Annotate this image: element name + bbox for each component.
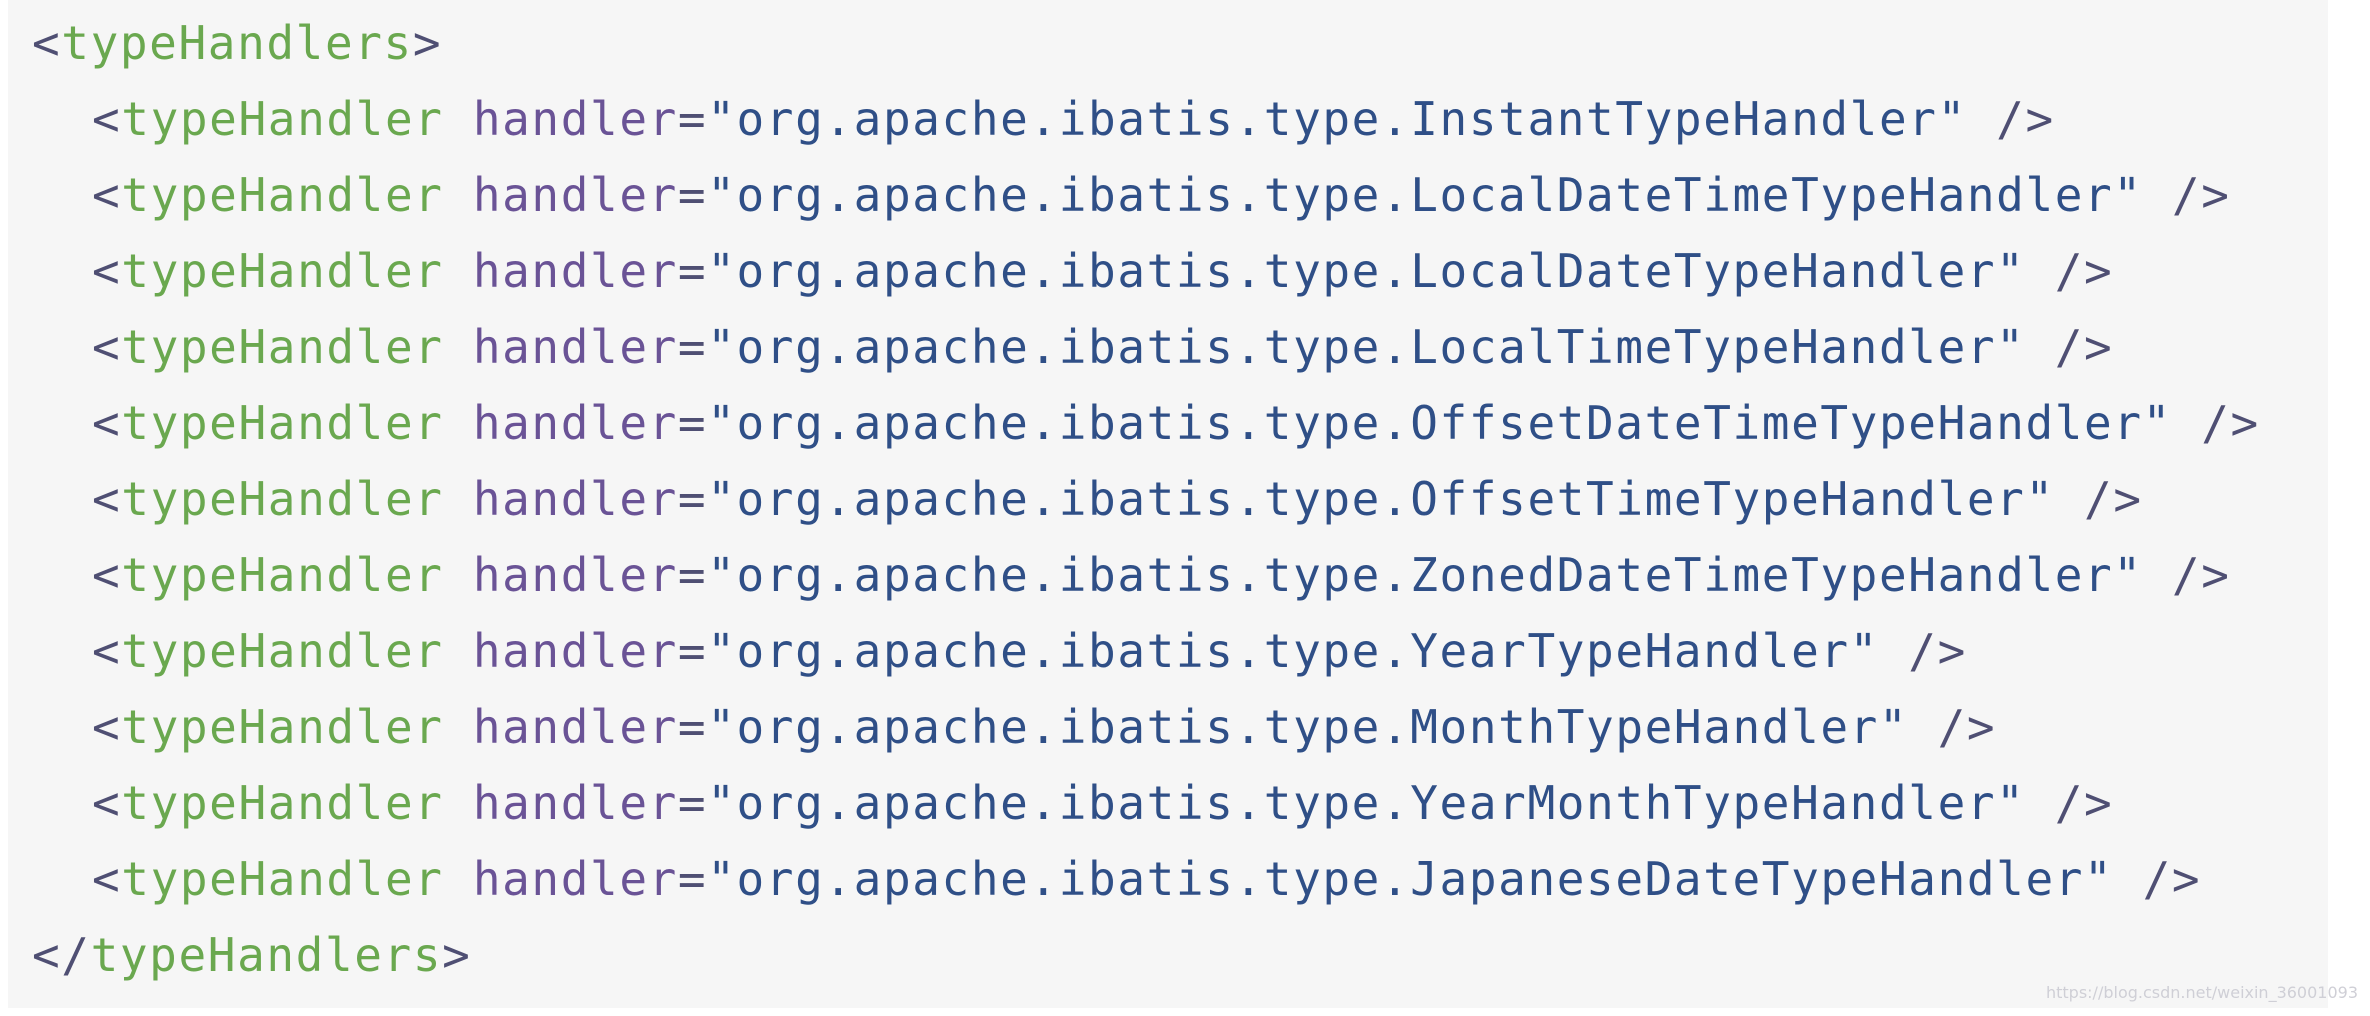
equals-sign: =	[677, 548, 708, 602]
code-line-handler: <typeHandler handler="org.apache.ibatis.…	[32, 468, 2328, 544]
self-close: />	[2142, 168, 2231, 222]
code-line-handler: <typeHandler handler="org.apache.ibatis.…	[32, 544, 2328, 620]
watermark: https://blog.csdn.net/weixin_36001093	[2045, 983, 2358, 1002]
self-close: />	[2142, 548, 2231, 602]
tag-bracket: <	[92, 624, 122, 678]
tag-bracket: <	[92, 168, 122, 222]
self-close: />	[2054, 472, 2143, 526]
code-line-handler: <typeHandler handler="org.apache.ibatis.…	[32, 392, 2328, 468]
tag-bracket: <	[92, 548, 122, 602]
child-tag-name: typeHandler	[121, 776, 444, 830]
code-line-handler: <typeHandler handler="org.apache.ibatis.…	[32, 240, 2328, 316]
equals-sign: =	[677, 244, 708, 298]
self-close: />	[2025, 320, 2114, 374]
code-line-root-close: </typeHandlers>	[32, 924, 2328, 1000]
child-tag-name: typeHandler	[121, 624, 444, 678]
tag-bracket: <	[92, 244, 122, 298]
attribute-value: "org.apache.ibatis.type.YearTypeHandler"	[707, 624, 1879, 678]
attribute-name: handler	[472, 624, 678, 678]
code-line-handler: <typeHandler handler="org.apache.ibatis.…	[32, 316, 2328, 392]
attribute-name: handler	[472, 776, 678, 830]
child-tag-name: typeHandler	[121, 472, 444, 526]
self-close: />	[2025, 244, 2114, 298]
tag-bracket: <	[92, 92, 122, 146]
attribute-value: "org.apache.ibatis.type.InstantTypeHandl…	[707, 92, 1967, 146]
attribute-value: "org.apache.ibatis.type.LocalTimeTypeHan…	[707, 320, 2026, 374]
tag-bracket: <	[92, 396, 122, 450]
tag-bracket: <	[92, 852, 122, 906]
tag-bracket: <	[92, 700, 122, 754]
child-tag-name: typeHandler	[121, 700, 444, 754]
child-tag-name: typeHandler	[121, 320, 444, 374]
code-line-handler: <typeHandler handler="org.apache.ibatis.…	[32, 620, 2328, 696]
attribute-name: handler	[472, 168, 678, 222]
equals-sign: =	[677, 396, 708, 450]
equals-sign: =	[677, 320, 708, 374]
code-line-handler: <typeHandler handler="org.apache.ibatis.…	[32, 772, 2328, 848]
attribute-value: "org.apache.ibatis.type.YearMonthTypeHan…	[707, 776, 2026, 830]
tag-bracket: <	[92, 472, 122, 526]
attribute-name: handler	[472, 548, 678, 602]
root-tag-name: typeHandlers	[61, 16, 413, 70]
code-line-handler: <typeHandler handler="org.apache.ibatis.…	[32, 164, 2328, 240]
child-tag-name: typeHandler	[121, 244, 444, 298]
attribute-name: handler	[472, 92, 678, 146]
code-line-handler: <typeHandler handler="org.apache.ibatis.…	[32, 696, 2328, 772]
tag-bracket: </	[32, 928, 91, 982]
child-tag-name: typeHandler	[121, 168, 444, 222]
tag-bracket: <	[32, 16, 62, 70]
code-line-handler: <typeHandler handler="org.apache.ibatis.…	[32, 848, 2328, 924]
self-close: />	[1878, 624, 1967, 678]
child-tag-name: typeHandler	[121, 852, 444, 906]
attribute-value: "org.apache.ibatis.type.LocalDateTypeHan…	[707, 244, 2026, 298]
attribute-name: handler	[472, 472, 678, 526]
child-tag-name: typeHandler	[121, 396, 444, 450]
attribute-name: handler	[472, 320, 678, 374]
code-line-root-open: <typeHandlers>	[32, 12, 2328, 88]
equals-sign: =	[677, 472, 708, 526]
tag-bracket: >	[412, 16, 443, 70]
self-close: />	[2171, 396, 2260, 450]
attribute-value: "org.apache.ibatis.type.LocalDateTimeTyp…	[707, 168, 2143, 222]
tag-bracket: <	[92, 320, 122, 374]
code-line-handler: <typeHandler handler="org.apache.ibatis.…	[32, 88, 2328, 164]
self-close: />	[2025, 776, 2114, 830]
attribute-name: handler	[472, 396, 678, 450]
attribute-value: "org.apache.ibatis.type.OffsetTimeTypeHa…	[707, 472, 2055, 526]
root-tag-name: typeHandlers	[90, 928, 443, 982]
child-tag-name: typeHandler	[121, 548, 444, 602]
tag-bracket: >	[442, 928, 472, 982]
equals-sign: =	[677, 776, 708, 830]
self-close: />	[2113, 852, 2202, 906]
code-block: <typeHandlers> <typeHandler handler="org…	[8, 0, 2328, 1008]
attribute-name: handler	[472, 700, 678, 754]
equals-sign: =	[677, 168, 708, 222]
equals-sign: =	[677, 92, 708, 146]
equals-sign: =	[677, 852, 708, 906]
equals-sign: =	[677, 700, 708, 754]
attribute-name: handler	[472, 244, 678, 298]
attribute-value: "org.apache.ibatis.type.MonthTypeHandler…	[707, 700, 1909, 754]
self-close: />	[1966, 92, 2055, 146]
tag-bracket: <	[92, 776, 122, 830]
equals-sign: =	[677, 624, 708, 678]
attribute-value: "org.apache.ibatis.type.OffsetDateTimeTy…	[707, 396, 2172, 450]
attribute-value: "org.apache.ibatis.type.ZonedDateTimeTyp…	[707, 548, 2143, 602]
child-tag-name: typeHandler	[121, 92, 444, 146]
self-close: />	[1908, 700, 1997, 754]
attribute-name: handler	[472, 852, 678, 906]
attribute-value: "org.apache.ibatis.type.JapaneseDateType…	[707, 852, 2114, 906]
